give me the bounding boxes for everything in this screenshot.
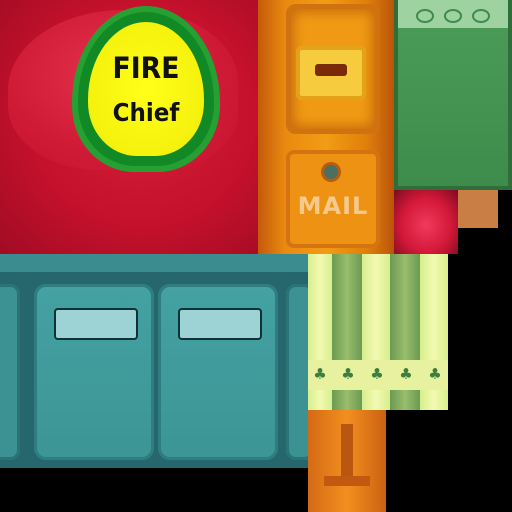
- fire-helmet-texture: FIRE Chief: [0, 0, 258, 254]
- sign-curl-ornament: [472, 9, 490, 23]
- mail-slot: [315, 64, 347, 76]
- door-side-post: [0, 284, 20, 460]
- trim-ornament-icon: ♣: [341, 365, 355, 383]
- mailbox-label: MAIL: [297, 192, 369, 220]
- red-light-texture: [394, 190, 458, 254]
- right-door-window: [180, 310, 260, 338]
- trim-ornament-icon: ♣: [370, 365, 384, 383]
- orange-post-texture: [308, 410, 386, 512]
- mailbox-texture: MAIL: [258, 0, 394, 254]
- trim-ornament-icon: ♣: [399, 365, 413, 383]
- sign-decorative-strip: [398, 0, 508, 28]
- door-frame-top: [0, 254, 308, 272]
- green-sign-texture: [394, 0, 512, 190]
- badge-core: [88, 22, 204, 156]
- left-door-window: [56, 310, 136, 338]
- double-door-texture: [0, 254, 308, 468]
- brown-swatch-texture: [458, 190, 498, 228]
- badge-title: FIRE: [112, 51, 180, 85]
- badge-ring: [78, 12, 214, 166]
- trim-ornament-icon: ♣: [428, 365, 442, 383]
- sign-curl-ornament: [416, 9, 434, 23]
- post-groove: [341, 424, 353, 484]
- sign-body: [398, 28, 508, 186]
- trim-ornament-icon: ♣: [313, 365, 327, 383]
- sign-curl-ornament: [444, 9, 462, 23]
- texture-atlas: FIRE Chief MAIL ♣ ♣ ♣ ♣ ♣: [0, 0, 512, 512]
- mailbox-knob: [324, 165, 338, 179]
- badge-subtitle: Chief: [112, 98, 180, 127]
- post-base: [324, 476, 370, 486]
- striped-awning-texture: ♣ ♣ ♣ ♣ ♣: [308, 254, 448, 410]
- door-side-post: [286, 284, 308, 460]
